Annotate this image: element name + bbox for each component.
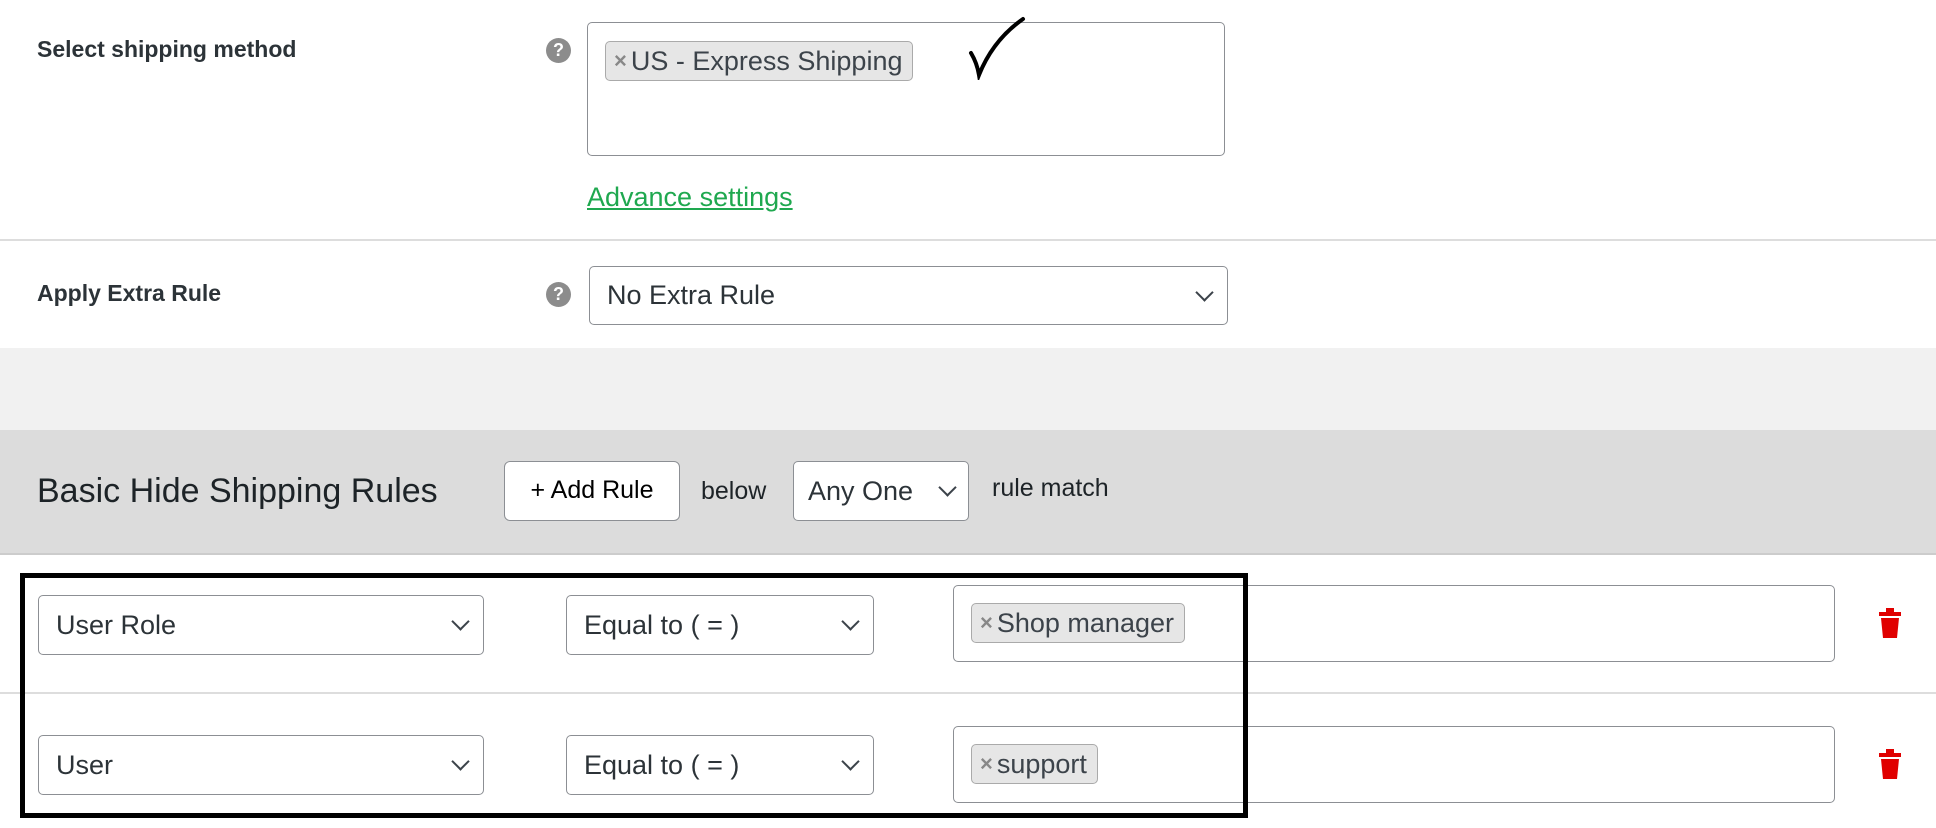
shipping-method-label: Select shipping method bbox=[37, 36, 297, 62]
extra-rule-select[interactable]: No Extra Rule bbox=[589, 266, 1228, 325]
divider bbox=[0, 239, 1936, 241]
help-icon[interactable]: ? bbox=[546, 282, 571, 307]
rules-title: Basic Hide Shipping Rules bbox=[37, 472, 438, 510]
chevron-down-icon bbox=[938, 478, 957, 497]
highlight-annotation-box bbox=[20, 573, 1248, 818]
spacer bbox=[0, 348, 1936, 430]
selected-tag: × US - Express Shipping bbox=[605, 41, 914, 81]
below-text: below bbox=[701, 477, 767, 505]
rules-header: Basic Hide Shipping Rules + Add Rule bel… bbox=[0, 430, 1936, 555]
delete-trash-icon[interactable] bbox=[1879, 749, 1901, 779]
handwritten-checkmark-icon bbox=[969, 17, 1025, 80]
chevron-down-icon bbox=[1195, 282, 1214, 302]
add-rule-button[interactable]: + Add Rule bbox=[504, 461, 680, 521]
delete-trash-icon[interactable] bbox=[1879, 608, 1901, 638]
rule-match-text: rule match bbox=[992, 474, 1109, 502]
extra-rule-label: Apply Extra Rule bbox=[37, 280, 222, 306]
shipping-method-multiselect[interactable]: × US - Express Shipping bbox=[587, 22, 1225, 156]
remove-tag-icon[interactable]: × bbox=[614, 48, 627, 74]
advance-settings-link[interactable]: Advance settings bbox=[587, 182, 793, 213]
help-icon[interactable]: ? bbox=[546, 38, 571, 63]
match-select[interactable]: Any One bbox=[793, 461, 969, 521]
